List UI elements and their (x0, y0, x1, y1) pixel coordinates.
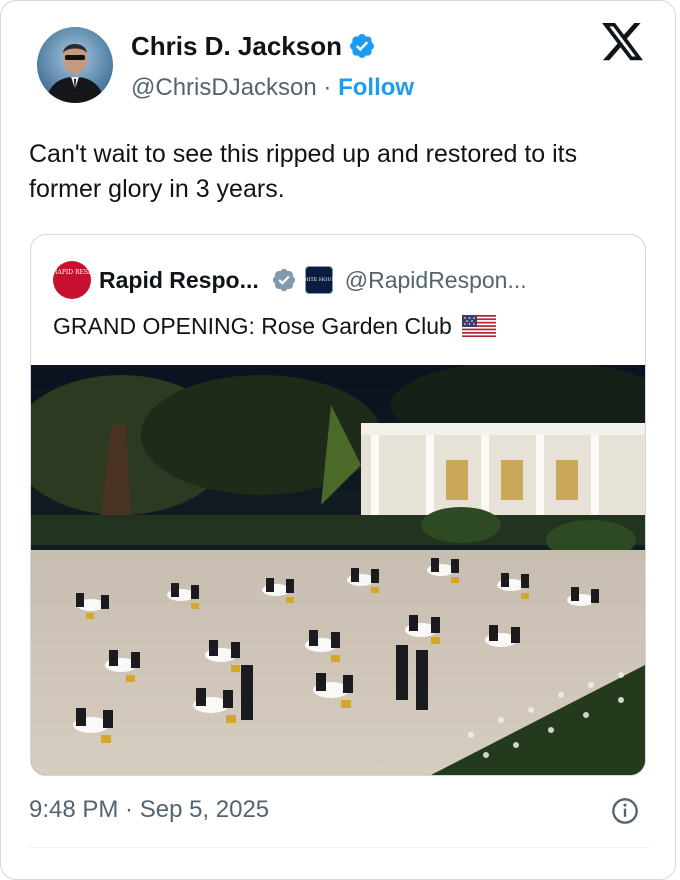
info-icon[interactable] (611, 797, 639, 825)
quoted-avatar[interactable]: RAPID RESPONSE (53, 261, 91, 299)
rose-garden-photo[interactable] (31, 365, 645, 775)
author-name[interactable]: Chris D. Jackson (131, 29, 342, 63)
verified-badge-icon (350, 34, 374, 58)
follow-button[interactable]: Follow (338, 74, 414, 101)
tweet-text: Can't wait to see this ripped up and res… (29, 140, 578, 203)
us-flag-icon (461, 315, 496, 337)
affiliate-logo-text: WHITE HOUSE (298, 277, 339, 283)
quoted-tweet[interactable]: RAPID RESPONSE Rapid Respo... WHITE HOUS… (30, 234, 646, 776)
quoted-tweet-text: GRAND OPENING: Rose Garden Club (53, 313, 452, 339)
x-logo-icon[interactable] (601, 23, 645, 63)
divider (29, 847, 649, 848)
affiliate-white-house-icon[interactable]: WHITE HOUSE (299, 266, 339, 294)
author-avatar[interactable] (37, 27, 113, 103)
tweet-card: Chris D. Jackson @ChrisDJackson · Follow… (0, 0, 676, 880)
government-badge-icon (272, 268, 295, 292)
quoted-avatar-logo: RAPID RESPONSE (53, 269, 91, 276)
tweet-timestamp[interactable]: 9:48 PM · Sep 5, 2025 (29, 794, 269, 826)
quoted-author-name[interactable]: Rapid Respo... (99, 267, 259, 294)
quoted-author-handle[interactable]: @RapidRespon... (345, 267, 527, 294)
handle-separator: · (323, 74, 332, 101)
author-handle[interactable]: @ChrisDJackson (131, 74, 317, 101)
